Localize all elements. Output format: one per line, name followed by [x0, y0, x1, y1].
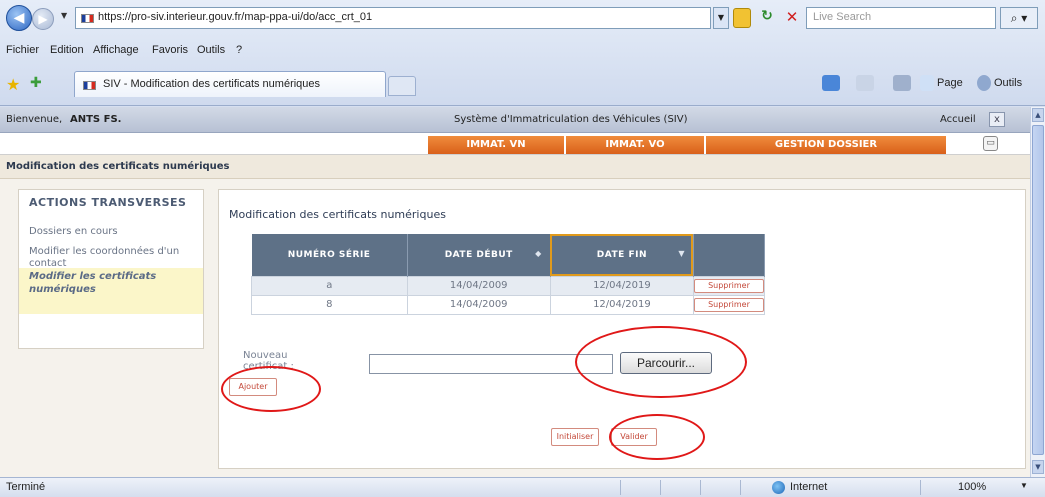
menu-affichage[interactable]: Affichage — [93, 44, 139, 56]
menu-help[interactable]: ? — [236, 44, 242, 56]
annotation-circle-add — [221, 366, 321, 412]
col-date-debut-label: DATE DÉBUT — [444, 249, 513, 260]
main-content: Modification des certificats numériques … — [218, 189, 1026, 469]
breadcrumb-current: Modification des certificats numériques — [6, 161, 230, 172]
annotation-circle-submit — [609, 414, 705, 460]
new-tab-button[interactable] — [388, 76, 416, 96]
cell-start: 14/04/2009 — [406, 275, 551, 296]
col-date-fin-label: DATE FIN — [596, 249, 647, 260]
cell-action: Supprimer — [692, 275, 766, 296]
status-text: Terminé — [6, 481, 46, 493]
sidebar-item-certificats[interactable]: Modifier les certificats numériques — [19, 268, 203, 314]
certificates-table: NUMÉRO SÉRIE DATE DÉBUT ◆ DATE FIN ▼ a 1… — [251, 234, 766, 315]
scroll-down-icon[interactable]: ▼ — [1032, 460, 1044, 474]
print-icon[interactable] — [893, 75, 911, 91]
cell-serial: a — [251, 275, 408, 296]
menu-edition[interactable]: Edition — [50, 44, 84, 56]
delete-button[interactable]: Supprimer — [693, 297, 764, 312]
page-title: Modification des certificats numériques — [229, 208, 446, 221]
browser-tab-title: SIV - Modification des certificats numér… — [103, 78, 321, 90]
menu-outils[interactable]: Outils — [197, 44, 225, 56]
search-input[interactable]: Live Search — [806, 7, 996, 29]
home-icon[interactable] — [822, 75, 840, 91]
history-dropdown-icon[interactable]: ▼ — [61, 11, 67, 20]
tab-immat-vn[interactable]: IMMAT. VN — [428, 136, 564, 154]
browser-tabs-row: ★ ✚ SIV - Modification des certificats n… — [0, 66, 1045, 102]
welcome-bar: Bienvenue, ANTS FS. Système d'Immatricul… — [0, 107, 1030, 133]
user-name: ANTS FS. — [70, 114, 122, 125]
address-row: ◀ ▶ ▼ https://pro-siv.interieur.gouv.fr/… — [0, 0, 1045, 36]
back-button[interactable]: ◀ — [6, 5, 32, 31]
sidebar-item-contact[interactable]: Modifier les coordonnées d'un contact — [29, 246, 197, 270]
sidebar-active-label: Modifier les certificats numériques — [29, 271, 157, 295]
status-divider — [920, 480, 921, 495]
col-date-debut[interactable]: DATE DÉBUT ◆ — [407, 234, 551, 276]
status-divider — [620, 480, 621, 495]
refresh-icon[interactable]: ↻ — [756, 8, 778, 28]
status-bar: Terminé Internet 100% ▼ — [0, 477, 1045, 497]
lock-icon[interactable] — [733, 8, 751, 28]
tab-immat-vo[interactable]: IMMAT. VO — [566, 136, 704, 154]
sort-desc-icon[interactable]: ▼ — [678, 249, 685, 258]
collapse-icon[interactable]: ▭ — [983, 136, 998, 151]
col-actions — [693, 234, 766, 276]
address-bar[interactable]: https://pro-siv.interieur.gouv.fr/map-pp… — [75, 7, 711, 29]
table-row: a 14/04/2009 12/04/2019 Supprimer — [251, 275, 766, 296]
tab-gestion-dossier[interactable]: GESTION DOSSIER — [706, 136, 946, 154]
welcome-prefix: Bienvenue, — [6, 114, 63, 125]
forward-button[interactable]: ▶ — [32, 8, 54, 30]
browser-menubar: Fichier Edition Affichage Favoris Outils… — [0, 38, 1045, 62]
vertical-scrollbar[interactable]: ▲ ▼ — [1030, 107, 1045, 477]
zoom-level[interactable]: 100% — [958, 481, 986, 493]
table-row: 8 14/04/2009 12/04/2019 Supprimer — [251, 294, 766, 315]
col-date-fin[interactable]: DATE FIN ▼ — [550, 234, 694, 276]
address-dropdown-icon[interactable]: ▼ — [713, 7, 729, 29]
status-divider — [660, 480, 661, 495]
page-menu[interactable]: Page — [937, 77, 963, 89]
tools-gear-icon — [977, 75, 991, 91]
home-link[interactable]: Accueil — [940, 114, 976, 125]
cell-end: 12/04/2019 — [549, 294, 694, 315]
app-title: Système d'Immatriculation des Véhicules … — [454, 114, 688, 125]
page-icon — [920, 75, 934, 91]
internet-zone-icon — [772, 481, 785, 494]
browser-chrome: ◀ ▶ ▼ https://pro-siv.interieur.gouv.fr/… — [0, 0, 1045, 106]
sidebar: ACTIONS TRANSVERSES Dossiers en cours Mo… — [18, 189, 204, 349]
favorites-star-icon[interactable]: ★ — [6, 75, 20, 94]
menu-favoris[interactable]: Favoris — [152, 44, 188, 56]
breadcrumb: Modification des certificats numériques — [0, 155, 1030, 179]
cell-end: 12/04/2019 — [549, 275, 694, 296]
sidebar-item-dossiers[interactable]: Dossiers en cours — [29, 226, 197, 238]
tools-menu[interactable]: Outils — [994, 77, 1022, 89]
close-icon[interactable]: x — [989, 112, 1005, 127]
sort-icon[interactable]: ◆ — [535, 249, 542, 258]
site-favicon-icon — [81, 14, 94, 23]
search-icon[interactable]: ⌕ ▾ — [1000, 7, 1038, 29]
stop-icon[interactable]: ✕ — [781, 8, 803, 28]
reset-button[interactable]: Initialiser — [551, 428, 599, 446]
page-viewport: Bienvenue, ANTS FS. Système d'Immatricul… — [0, 107, 1030, 477]
col-numero-serie[interactable]: NUMÉRO SÉRIE — [251, 234, 408, 276]
tab-favicon-icon — [83, 81, 96, 90]
annotation-circle-browse — [575, 326, 747, 398]
scroll-up-icon[interactable]: ▲ — [1032, 108, 1044, 122]
status-divider — [740, 480, 741, 495]
feeds-icon[interactable] — [856, 75, 874, 91]
address-url: https://pro-siv.interieur.gouv.fr/map-pp… — [98, 11, 373, 23]
security-zone: Internet — [790, 481, 828, 493]
add-favorite-icon[interactable]: ✚ — [30, 75, 42, 91]
main-menu: IMMAT. VN IMMAT. VO GESTION DOSSIER ▭ — [0, 133, 1030, 155]
cell-action: Supprimer — [692, 294, 766, 315]
menu-fichier[interactable]: Fichier — [6, 44, 39, 56]
status-divider — [700, 480, 701, 495]
scroll-thumb[interactable] — [1032, 125, 1044, 455]
browser-tab-siv[interactable]: SIV - Modification des certificats numér… — [74, 71, 386, 97]
cell-serial: 8 — [251, 294, 408, 315]
cell-start: 14/04/2009 — [406, 294, 551, 315]
delete-button[interactable]: Supprimer — [693, 278, 764, 293]
zoom-dropdown-icon[interactable]: ▼ — [1020, 481, 1028, 490]
sidebar-heading: ACTIONS TRANSVERSES — [29, 196, 187, 209]
